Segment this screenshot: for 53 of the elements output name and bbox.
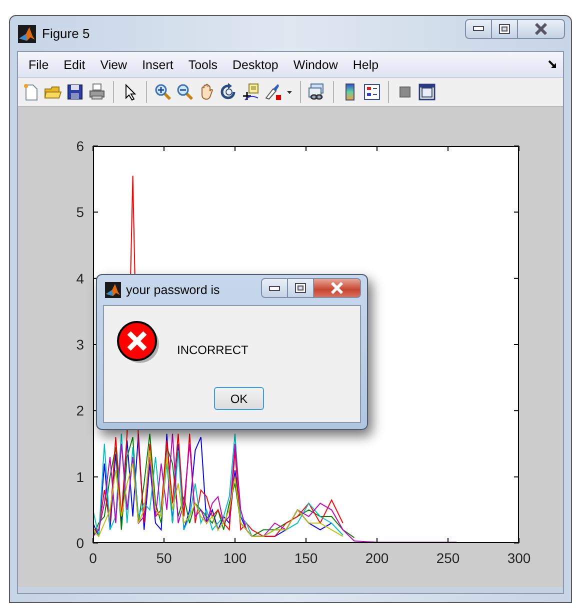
- maximize-icon: [295, 283, 306, 293]
- x-tick-label: 0: [89, 550, 97, 566]
- window-icon[interactable]: [418, 83, 436, 101]
- save-icon[interactable]: [66, 83, 84, 101]
- close-icon: [534, 22, 548, 34]
- link-icon[interactable]: [308, 83, 326, 101]
- menu-item[interactable]: Help: [345, 58, 386, 72]
- menu-item[interactable]: Tools: [180, 58, 226, 72]
- print-icon[interactable]: [88, 83, 106, 101]
- minimize-icon: [473, 26, 484, 31]
- y-tick-label: 1: [76, 468, 84, 485]
- window-title: Figure 5: [42, 26, 90, 41]
- maximize-button[interactable]: [288, 278, 314, 298]
- y-tick-label: 4: [76, 270, 84, 286]
- new-file-icon[interactable]: [22, 83, 40, 101]
- close-button[interactable]: [518, 18, 565, 38]
- menu-item[interactable]: Desktop: [225, 58, 286, 72]
- dialog-title: your password is: [126, 283, 220, 297]
- menu-item[interactable]: Window: [286, 58, 346, 72]
- app-logo-icon: [18, 24, 36, 42]
- close-button[interactable]: [314, 278, 361, 298]
- menu-item[interactable]: Edit: [56, 58, 93, 72]
- y-tick-label: 2: [76, 402, 84, 419]
- data-cursor-icon[interactable]: [242, 83, 260, 101]
- menu-item[interactable]: View: [92, 58, 135, 72]
- maximize-icon: [499, 24, 510, 34]
- y-tick-label: 0: [76, 535, 84, 551]
- app-logo-icon: [105, 282, 121, 298]
- minimize-icon: [269, 286, 280, 290]
- minimize-button[interactable]: [465, 18, 492, 38]
- rotate-icon[interactable]: [220, 83, 238, 101]
- brush-icon[interactable]: [264, 83, 282, 101]
- menu-item[interactable]: Insert: [134, 58, 181, 72]
- minimize-button[interactable]: [261, 278, 288, 298]
- maximize-button[interactable]: [492, 18, 518, 38]
- error-message: INCORRECT: [177, 343, 248, 357]
- zoom-in-icon[interactable]: [154, 83, 172, 101]
- x-tick-label: 250: [436, 550, 460, 566]
- x-tick-label: 300: [507, 550, 531, 566]
- zoom-out-icon[interactable]: [176, 83, 194, 101]
- legend-icon[interactable]: [363, 83, 381, 101]
- ok-button[interactable]: OK: [214, 387, 264, 410]
- y-tick-label: 5: [76, 204, 84, 220]
- x-tick-label: 50: [156, 550, 172, 566]
- error-icon: [116, 320, 160, 364]
- x-tick-label: 100: [223, 550, 247, 566]
- y-tick-label: 3: [76, 336, 84, 352]
- x-tick-label: 150: [294, 550, 318, 566]
- x-tick-label: 200: [365, 550, 389, 566]
- menu-item[interactable]: File: [21, 58, 56, 72]
- dock-arrow-icon[interactable]: [548, 60, 557, 69]
- close-icon: [330, 282, 344, 294]
- y-tick-label: 6: [76, 138, 84, 154]
